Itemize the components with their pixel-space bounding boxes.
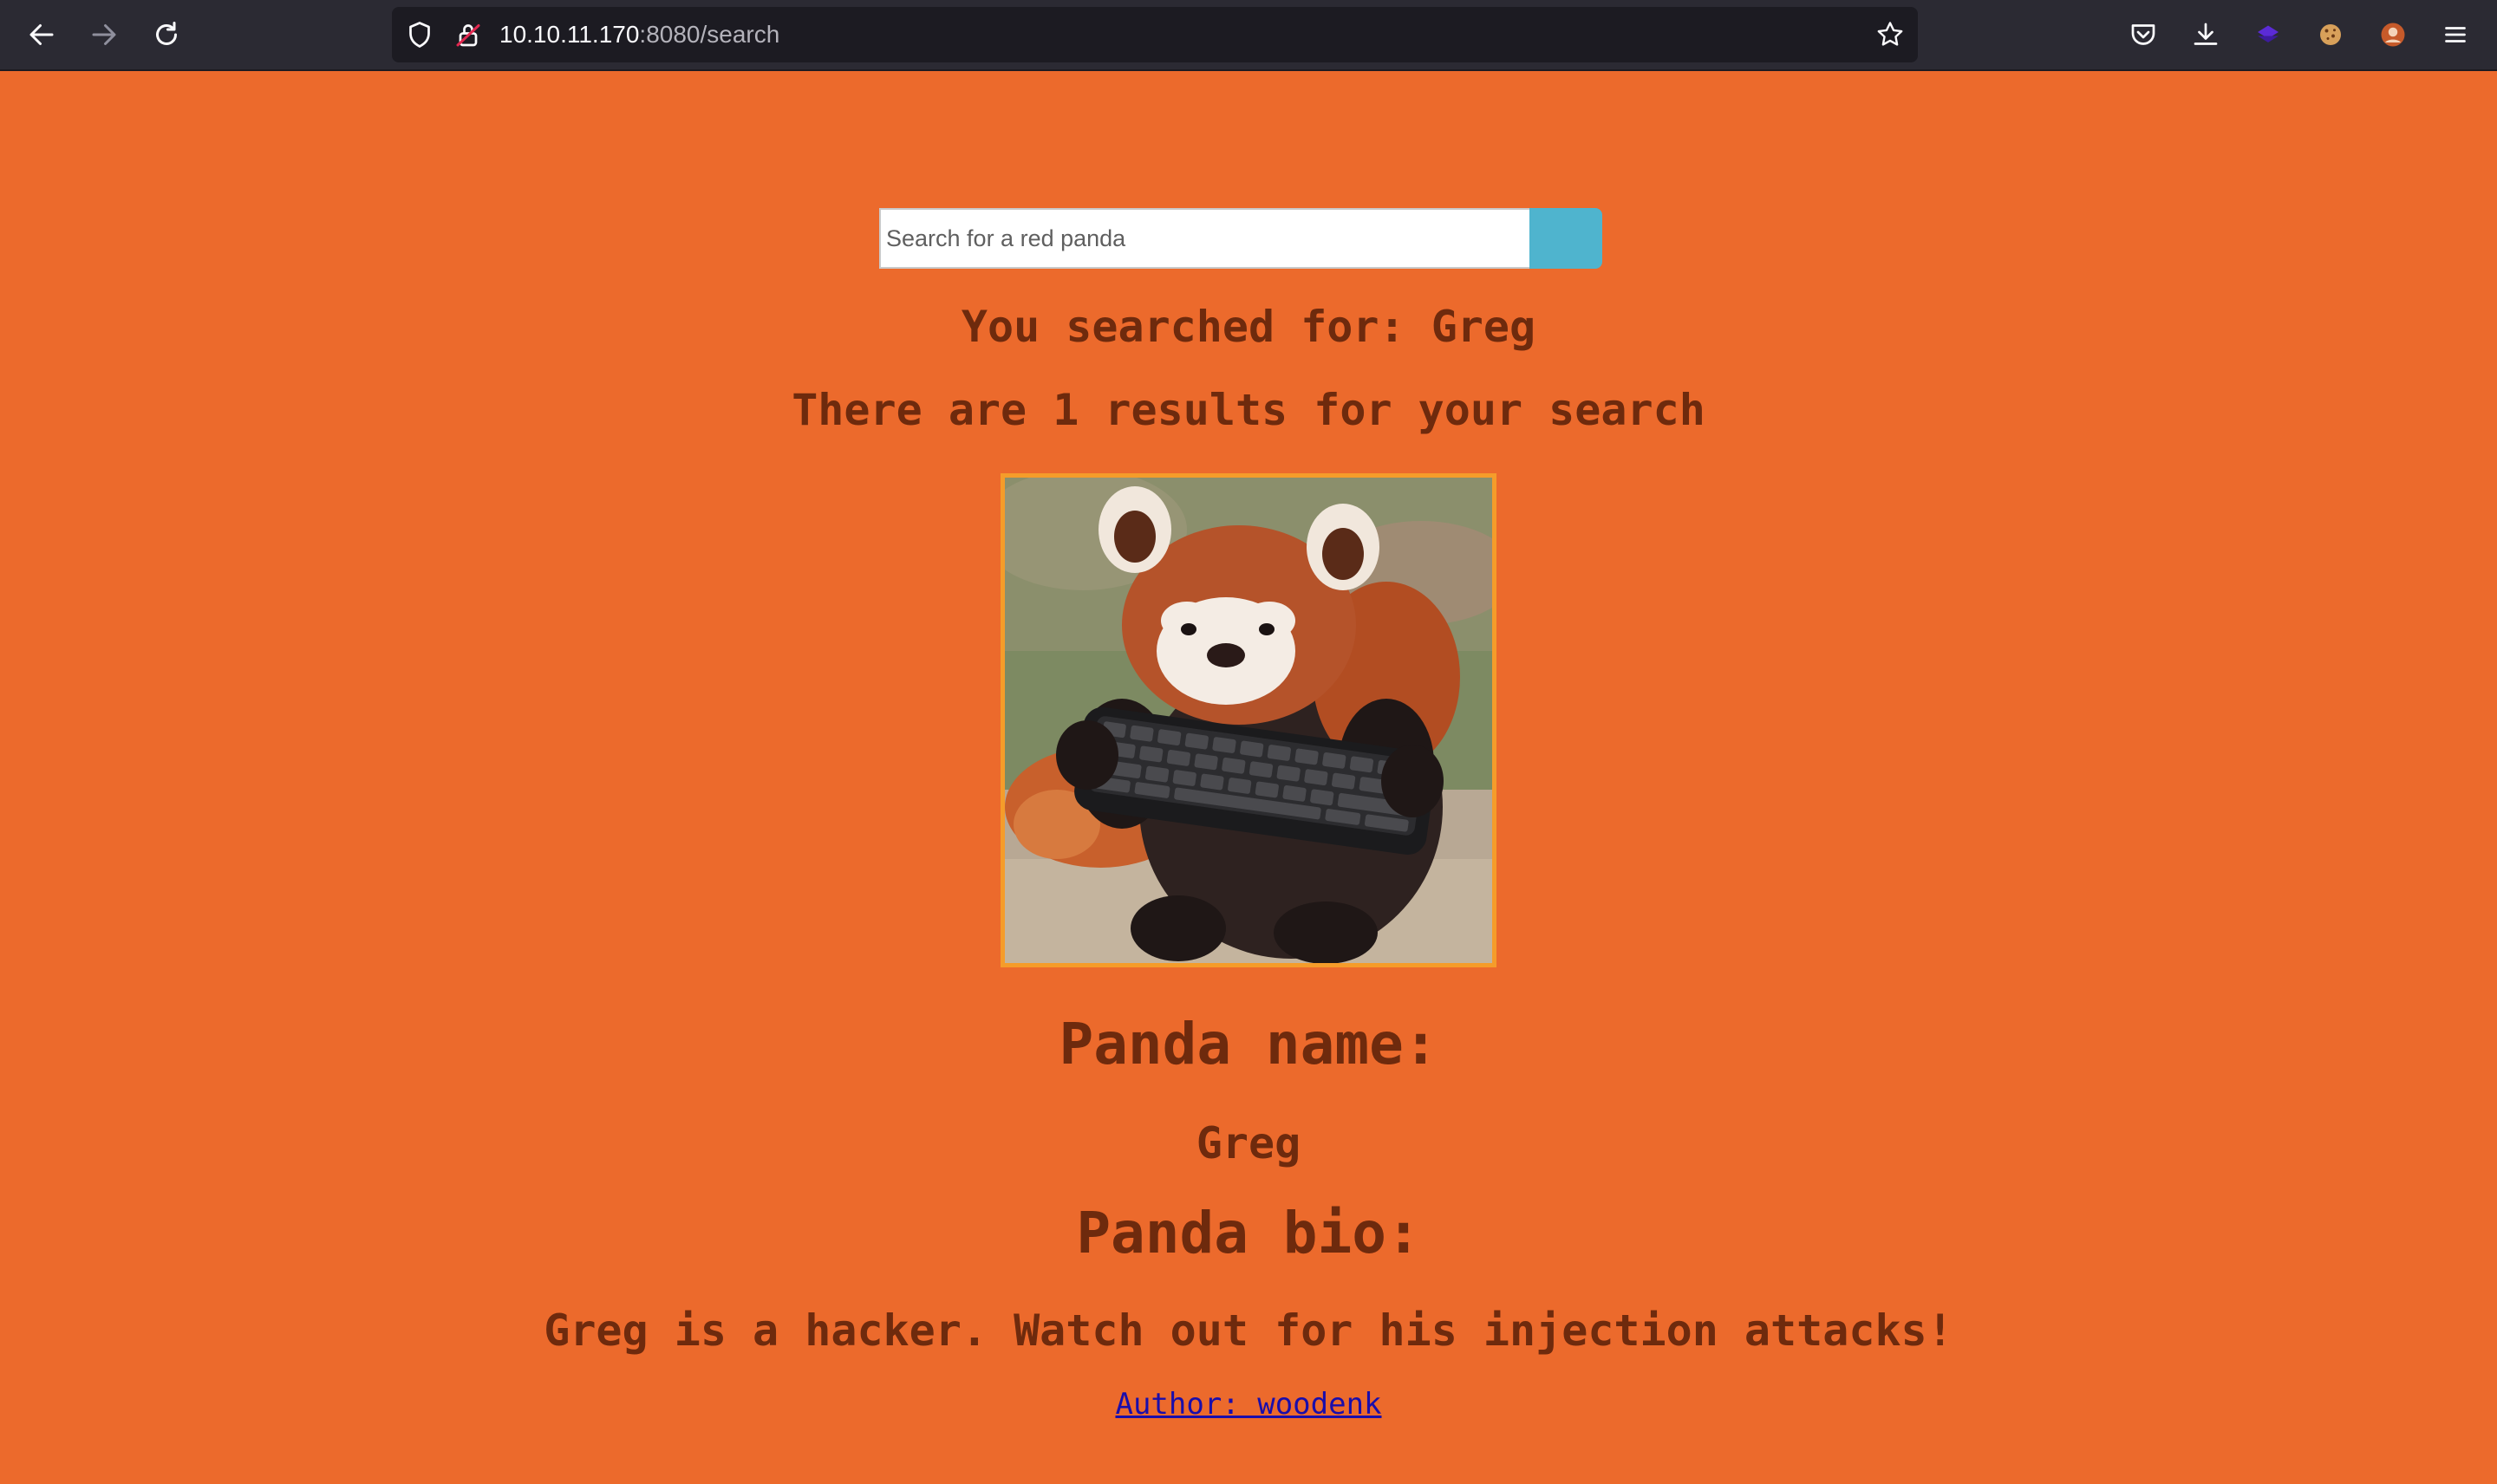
author-line: Author: woodenk: [0, 1387, 2497, 1422]
reload-icon[interactable]: [146, 14, 187, 55]
menu-icon[interactable]: [2435, 14, 2476, 55]
url-text: 10.10.11.170:8080/search: [499, 19, 779, 50]
panda-name-heading: Panda name:: [1059, 1011, 1438, 1077]
panda-bio-value: Greg is a hacker. Watch out for his inje…: [544, 1305, 1953, 1356]
searched-for-text: You searched for: Greg: [961, 302, 1536, 352]
pocket-icon[interactable]: [2122, 14, 2164, 55]
browser-toolbar: 10.10.11.170:8080/search: [0, 0, 2497, 71]
insecure-lock-icon[interactable]: [453, 19, 484, 54]
download-icon[interactable]: [2185, 14, 2226, 55]
panda-bio-heading: Panda bio:: [1076, 1200, 1421, 1266]
profile-icon[interactable]: [2372, 14, 2414, 55]
bookmark-star-icon[interactable]: [1874, 19, 1906, 54]
url-host: 10.10.11.170: [499, 21, 640, 48]
address-bar[interactable]: 10.10.11.170:8080/search: [392, 7, 1918, 62]
search-form: [879, 208, 1602, 269]
extension-icon[interactable]: [2247, 14, 2289, 55]
back-arrow-icon[interactable]: [21, 14, 62, 55]
search-input[interactable]: [879, 208, 1529, 269]
search-button[interactable]: [1529, 208, 1602, 269]
cookie-icon[interactable]: [2310, 14, 2351, 55]
forward-arrow-icon[interactable]: [83, 14, 125, 55]
shield-icon[interactable]: [404, 19, 435, 54]
url-path: :8080/search: [639, 21, 780, 48]
panda-image: [1001, 473, 1496, 967]
results-count-text: There are 1 results for your search: [792, 385, 1705, 435]
panda-name-value: Greg: [1196, 1118, 1301, 1168]
author-link[interactable]: Author: woodenk: [1115, 1387, 1381, 1422]
